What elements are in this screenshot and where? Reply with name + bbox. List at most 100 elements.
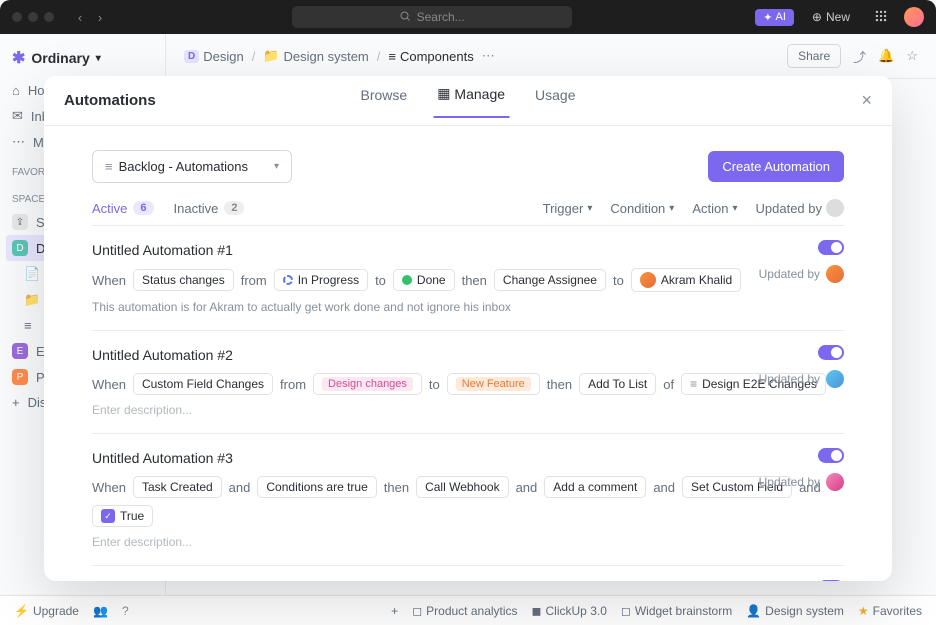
status-tab-inactive[interactable]: Inactive 2 <box>174 201 245 216</box>
chip-tag[interactable]: Design changes <box>313 373 422 395</box>
tray-item[interactable]: 👤Design system <box>746 604 844 618</box>
chip-trigger[interactable]: Task Created <box>133 476 222 498</box>
search-input[interactable]: Search... <box>292 6 572 28</box>
minimize-window[interactable] <box>28 12 38 22</box>
upgrade-button[interactable]: ⚡ Upgrade <box>14 604 79 618</box>
apps-icon[interactable] <box>874 9 888 26</box>
space-badge: E <box>12 343 28 359</box>
inbox-icon: ✉ <box>12 108 23 124</box>
avatar-icon <box>640 272 656 288</box>
toggle-enabled[interactable] <box>818 345 844 360</box>
chevron-down-icon: ▾ <box>732 203 737 214</box>
chip-status[interactable]: Done <box>393 269 455 291</box>
chip-status[interactable]: In Progress <box>274 269 368 291</box>
topbar: ‹ › Search... ✦ AI ⊕ New <box>0 0 936 34</box>
square-icon: ◻ <box>621 604 631 618</box>
avatar-icon <box>826 370 844 388</box>
chip-user[interactable]: Akram Khalid <box>631 268 741 292</box>
chip-condition[interactable]: Conditions are true <box>257 476 376 498</box>
help-icon[interactable]: ? <box>122 604 129 618</box>
search-placeholder: Search... <box>417 10 465 24</box>
tab-manage[interactable]: ▦ Manage <box>433 85 509 118</box>
close-icon[interactable]: × <box>861 90 872 111</box>
automation-description-placeholder[interactable]: Enter description... <box>92 403 844 417</box>
nav-back[interactable]: ‹ <box>72 10 88 25</box>
chip-tag[interactable]: New Feature <box>447 373 540 395</box>
search-icon <box>399 10 411 25</box>
space-badge: D <box>12 240 28 256</box>
modal-title: Automations <box>64 92 156 109</box>
avatar-icon <box>826 265 844 283</box>
share-button[interactable]: Share <box>787 44 841 68</box>
more-icon: ⋯ <box>12 134 25 150</box>
filter-updated-by[interactable]: Updated by <box>756 199 845 217</box>
home-icon: ⌂ <box>12 83 20 98</box>
ai-button[interactable]: ✦ AI <box>755 9 794 26</box>
new-button[interactable]: ⊕ New <box>804 7 858 27</box>
chip-action[interactable]: Add To List <box>579 373 656 395</box>
chevron-down-icon: ▾ <box>587 203 592 214</box>
tray-item[interactable]: ◼ClickUp 3.0 <box>532 604 607 618</box>
nav-forward[interactable]: › <box>92 10 108 25</box>
breadcrumb-separator: / <box>377 49 381 64</box>
square-icon: ◼ <box>532 604 542 618</box>
filter-condition[interactable]: Condition▾ <box>610 199 674 217</box>
chip-trigger[interactable]: Status changes <box>133 269 234 291</box>
toggle-enabled[interactable] <box>818 448 844 463</box>
chip-trigger[interactable]: Custom Field Changes <box>133 373 273 395</box>
plus-icon[interactable]: + <box>391 604 398 618</box>
doc-icon: 📄 <box>24 266 40 282</box>
bottombar: ⚡ Upgrade 👥 ? + ◻Product analytics ◼Clic… <box>0 595 936 625</box>
count-badge: 6 <box>133 201 153 215</box>
avatar-icon <box>826 473 844 491</box>
automation-description-placeholder[interactable]: Enter description... <box>92 535 844 549</box>
list-icon: ≡ <box>388 49 396 64</box>
share-icon: ⇪ <box>12 214 28 230</box>
sparkle-icon: ✦ <box>763 11 772 24</box>
tray-item[interactable]: ◻Product analytics <box>412 604 517 618</box>
star-icon[interactable]: ☆ <box>906 48 918 64</box>
create-automation-button[interactable]: Create Automation <box>708 151 844 182</box>
manage-icon: ▦ <box>437 85 450 102</box>
space-badge: D <box>184 50 199 63</box>
chip-action[interactable]: Call Webhook <box>416 476 508 498</box>
automation-row[interactable]: Untitled Automation #1 When Status chang… <box>92 225 844 330</box>
breadcrumb-item[interactable]: 📁 Design system <box>263 48 368 64</box>
avatar-icon: 👤 <box>746 604 761 618</box>
user-avatar[interactable] <box>904 7 924 27</box>
tab-browse[interactable]: Browse <box>357 85 412 118</box>
status-tab-active[interactable]: Active 6 <box>92 201 154 216</box>
rule-line: When Status changes from In Progress to … <box>92 268 844 292</box>
tray-favorites[interactable]: ★Favorites <box>858 604 922 618</box>
automation-row[interactable]: Untitled Automation #4 When Status chang… <box>92 565 844 581</box>
bell-icon[interactable]: 🔔 <box>878 48 894 64</box>
chevron-down-icon: ▾ <box>669 203 674 214</box>
more-icon[interactable]: ⋯ <box>482 48 495 64</box>
automation-row[interactable]: Untitled Automation #2 When Custom Field… <box>92 330 844 433</box>
modal-header: Automations Browse ▦ Manage Usage × <box>44 76 892 126</box>
toggle-enabled[interactable] <box>818 240 844 255</box>
scope-selector[interactable]: ≡ Backlog - Automations ▾ <box>92 150 292 183</box>
automation-row[interactable]: Untitled Automation #3 When Task Created… <box>92 433 844 565</box>
toggle-enabled[interactable] <box>818 580 844 581</box>
breadcrumb: D Design / 📁 Design system / ≡ Component… <box>166 34 936 79</box>
breadcrumb-item[interactable]: D Design <box>184 49 244 64</box>
workspace-switcher[interactable]: ✱ Ordinary ▾ <box>0 44 165 78</box>
star-icon: ★ <box>858 604 869 618</box>
chevron-down-icon: ▾ <box>96 53 101 64</box>
upgrade-icon: ⚡ <box>14 604 29 618</box>
chip-action[interactable]: Add a comment <box>544 476 646 498</box>
tray-item[interactable]: ◻Widget brainstorm <box>621 604 732 618</box>
close-window[interactable] <box>12 12 22 22</box>
filter-trigger[interactable]: Trigger▾ <box>543 199 593 217</box>
chip-action[interactable]: Change Assignee <box>494 269 606 291</box>
breadcrumb-item[interactable]: ≡ Components <box>388 49 473 64</box>
filter-action[interactable]: Action▾ <box>692 199 737 217</box>
window-controls <box>12 12 54 22</box>
tab-usage[interactable]: Usage <box>531 85 579 118</box>
maximize-window[interactable] <box>44 12 54 22</box>
chip-value[interactable]: ✓True <box>92 505 153 527</box>
export-icon[interactable]: ⤴ <box>853 47 866 66</box>
users-icon[interactable]: 👥 <box>93 604 108 618</box>
updated-by-label: Updated by <box>759 370 844 388</box>
